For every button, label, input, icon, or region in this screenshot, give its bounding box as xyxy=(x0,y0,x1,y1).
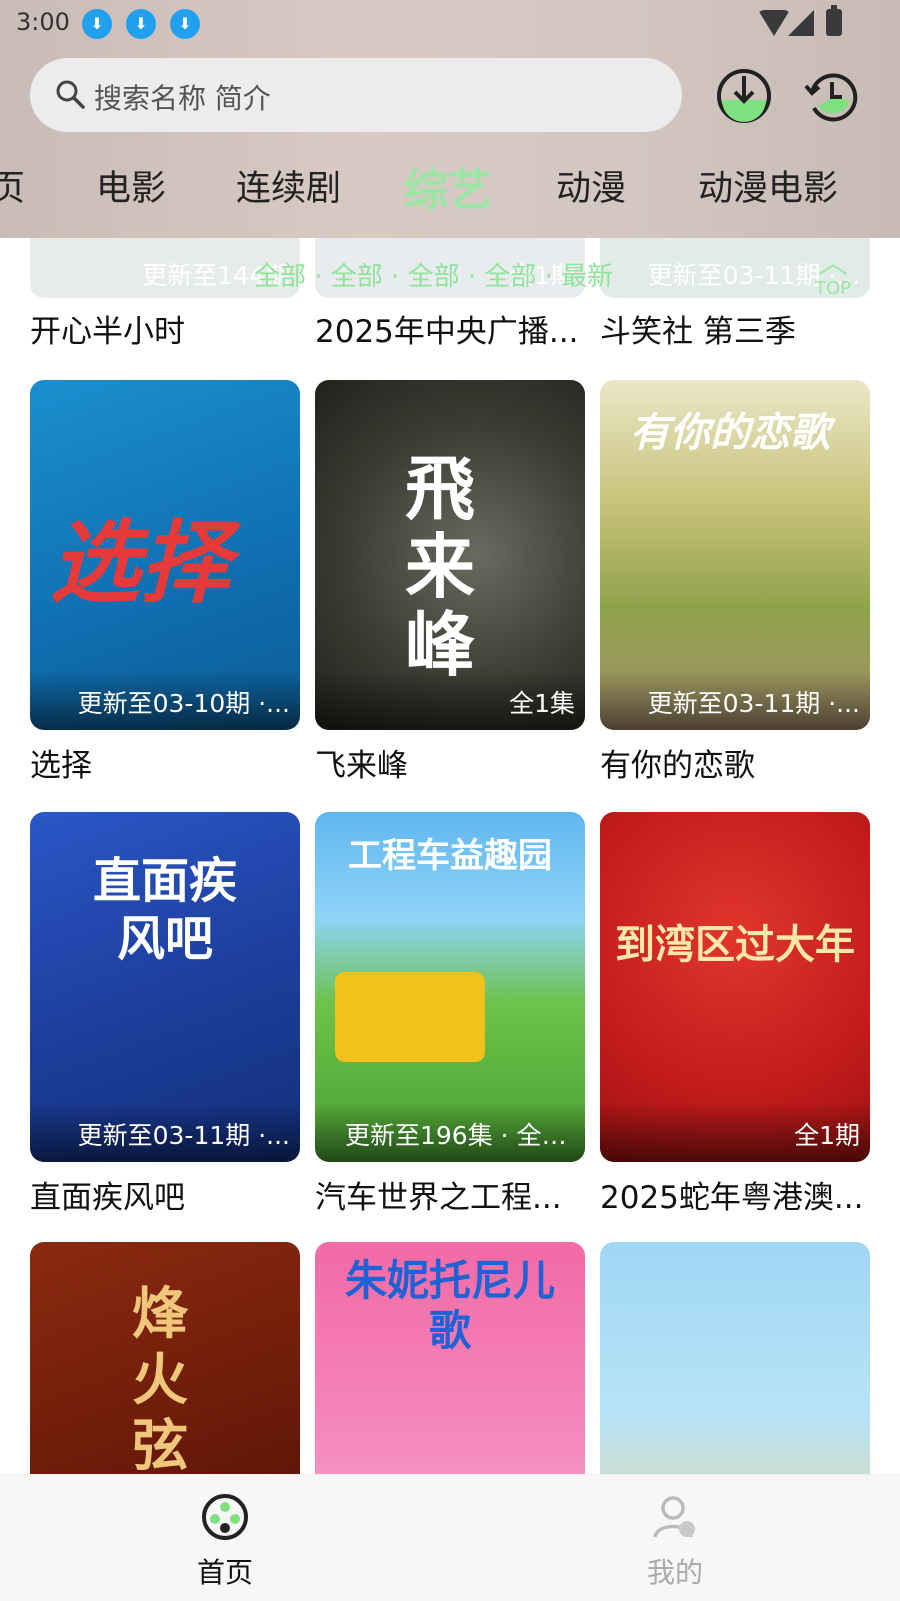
top-label: TOP xyxy=(814,278,852,299)
poster-title: 有你的恋歌 xyxy=(630,410,830,456)
tab-anime[interactable]: 动漫 xyxy=(556,160,626,211)
filter-bar[interactable]: 全部 · 全部 · 全部 · 全部 · 最新 xyxy=(254,256,613,293)
poster-thumb[interactable]: 工程车益趣园 更新至196集 · 全3... xyxy=(315,812,585,1162)
poster-title: 工程车益趣园 xyxy=(348,836,552,876)
card-title[interactable]: 2025蛇年粤港澳... xyxy=(600,1172,870,1217)
poster-title: 直面疾风吧 xyxy=(92,853,237,967)
episode-status: 更新至03-11期 ·... xyxy=(647,689,860,718)
status-time: 3:00 xyxy=(16,8,70,36)
card-title[interactable]: 斗笑社 第三季 xyxy=(600,306,870,351)
card-title[interactable]: 选择 xyxy=(30,740,300,785)
poster-title: 到湾区过大年 xyxy=(615,922,855,968)
download-notification-icon: ⬇ xyxy=(170,9,200,39)
status-bar: 3:00 ⬇ ⬇ ⬇ xyxy=(0,0,900,48)
user-icon xyxy=(653,1496,695,1538)
history-icon[interactable] xyxy=(802,66,862,126)
category-tabs: 页 电影 连续剧 综艺 动漫 动漫电影 xyxy=(0,152,900,216)
card-title[interactable]: 2025年中央广播... xyxy=(315,306,585,351)
tab-home[interactable]: 页 xyxy=(0,160,25,211)
episode-status: 更新至196集 · 全3... xyxy=(345,1121,575,1150)
film-reel-icon xyxy=(202,1494,248,1540)
poster-thumb[interactable]: 烽火弦歌 xyxy=(30,1242,300,1474)
nav-home[interactable]: 首页 xyxy=(165,1493,285,1591)
poster-thumb[interactable]: 朱妮托尼儿歌 xyxy=(315,1242,585,1474)
episode-status: 全1期 xyxy=(794,1121,860,1150)
search-placeholder: 搜索名称 简介 xyxy=(94,82,271,115)
poster-thumb[interactable]: 有你的恋歌 更新至03-11期 ·... xyxy=(600,380,870,730)
tab-series[interactable]: 连续剧 xyxy=(236,160,341,211)
card-title[interactable]: 直面疾风吧 xyxy=(30,1172,300,1217)
card-title[interactable]: 开心半小时 xyxy=(30,306,300,351)
tab-movies[interactable]: 电影 xyxy=(96,160,166,211)
chevron-up-icon: ︿ xyxy=(818,246,848,281)
battery-icon xyxy=(826,5,842,36)
poster-thumb[interactable]: 选择 更新至03-10期 ·... xyxy=(30,380,300,730)
excavator-illustration xyxy=(335,972,485,1062)
poster-thumb[interactable]: 飛来峰 全1集 xyxy=(315,380,585,730)
poster-thumb[interactable]: 到湾区过大年 全1期 xyxy=(600,812,870,1162)
row-clip: 烽火弦歌 朱妮托尼儿歌 xyxy=(0,1242,900,1474)
tab-variety[interactable]: 综艺 xyxy=(404,154,492,218)
poster-title: 朱妮托尼儿歌 xyxy=(344,1256,555,1355)
search-input[interactable]: 搜索名称 简介 xyxy=(30,58,682,132)
wifi-icon xyxy=(758,10,790,36)
download-icon[interactable] xyxy=(714,66,774,126)
poster-title: 飛来峰 xyxy=(405,448,475,686)
download-notification-icon: ⬇ xyxy=(126,9,156,39)
nav-home-label: 首页 xyxy=(196,1556,253,1589)
card-title[interactable]: 汽车世界之工程... xyxy=(315,1172,585,1217)
tab-anime-movies[interactable]: 动漫电影 xyxy=(698,160,838,211)
poster-title: 选择 xyxy=(50,511,230,616)
card-title[interactable]: 飞来峰 xyxy=(315,740,585,785)
search-icon xyxy=(56,80,85,109)
episode-status: 全1集 xyxy=(509,689,575,718)
poster-thumb[interactable] xyxy=(600,1242,870,1474)
nav-profile[interactable]: 我的 xyxy=(615,1493,735,1591)
scroll-top-button[interactable]: ︿ TOP xyxy=(808,246,858,300)
download-notification-icon: ⬇ xyxy=(82,9,112,39)
episode-status: 更新至03-11期 ·... xyxy=(77,1121,290,1150)
poster-thumb[interactable]: 直面疾风吧 更新至03-11期 ·... xyxy=(30,812,300,1162)
nav-profile-label: 我的 xyxy=(646,1556,703,1589)
poster-title: 烽火弦歌 xyxy=(132,1282,188,1474)
episode-status: 更新至03-10期 ·... xyxy=(77,689,290,718)
card-title[interactable]: 有你的恋歌 xyxy=(600,740,870,785)
bottom-navigation: 首页 我的 xyxy=(0,1474,900,1601)
signal-icon xyxy=(788,10,814,36)
